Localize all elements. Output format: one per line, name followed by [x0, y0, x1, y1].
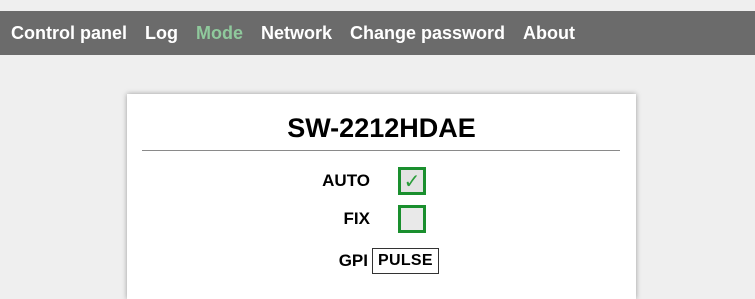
gpi-mode-button[interactable]: PULSE [372, 248, 439, 274]
nav-item-about[interactable]: About [514, 11, 584, 55]
mode-row-gpi: GPI PULSE [127, 244, 636, 278]
auto-label: AUTO [322, 171, 370, 190]
device-name-title: SW-2212HDAE [287, 113, 476, 143]
mode-row-auto: AUTO ✓ [127, 164, 636, 198]
check-mark-icon: ✓ [403, 169, 421, 193]
fix-checkbox[interactable] [398, 205, 426, 233]
gpi-label: GPI [338, 251, 368, 270]
top-nav-bar: Control panel Log Mode Network Change pa… [0, 11, 755, 55]
nav-item-network[interactable]: Network [252, 11, 341, 55]
mode-panel: SW-2212HDAE AUTO ✓ FIX GPI PULSE [127, 94, 636, 299]
fix-label: FIX [343, 209, 370, 228]
mode-row-fix: FIX [127, 202, 636, 236]
title-divider [142, 150, 620, 151]
auto-checkbox[interactable]: ✓ [398, 167, 426, 195]
nav-item-mode[interactable]: Mode [187, 11, 252, 55]
nav-item-control-panel[interactable]: Control panel [0, 11, 136, 55]
nav-item-change-password[interactable]: Change password [341, 11, 514, 55]
nav-item-log[interactable]: Log [136, 11, 187, 55]
